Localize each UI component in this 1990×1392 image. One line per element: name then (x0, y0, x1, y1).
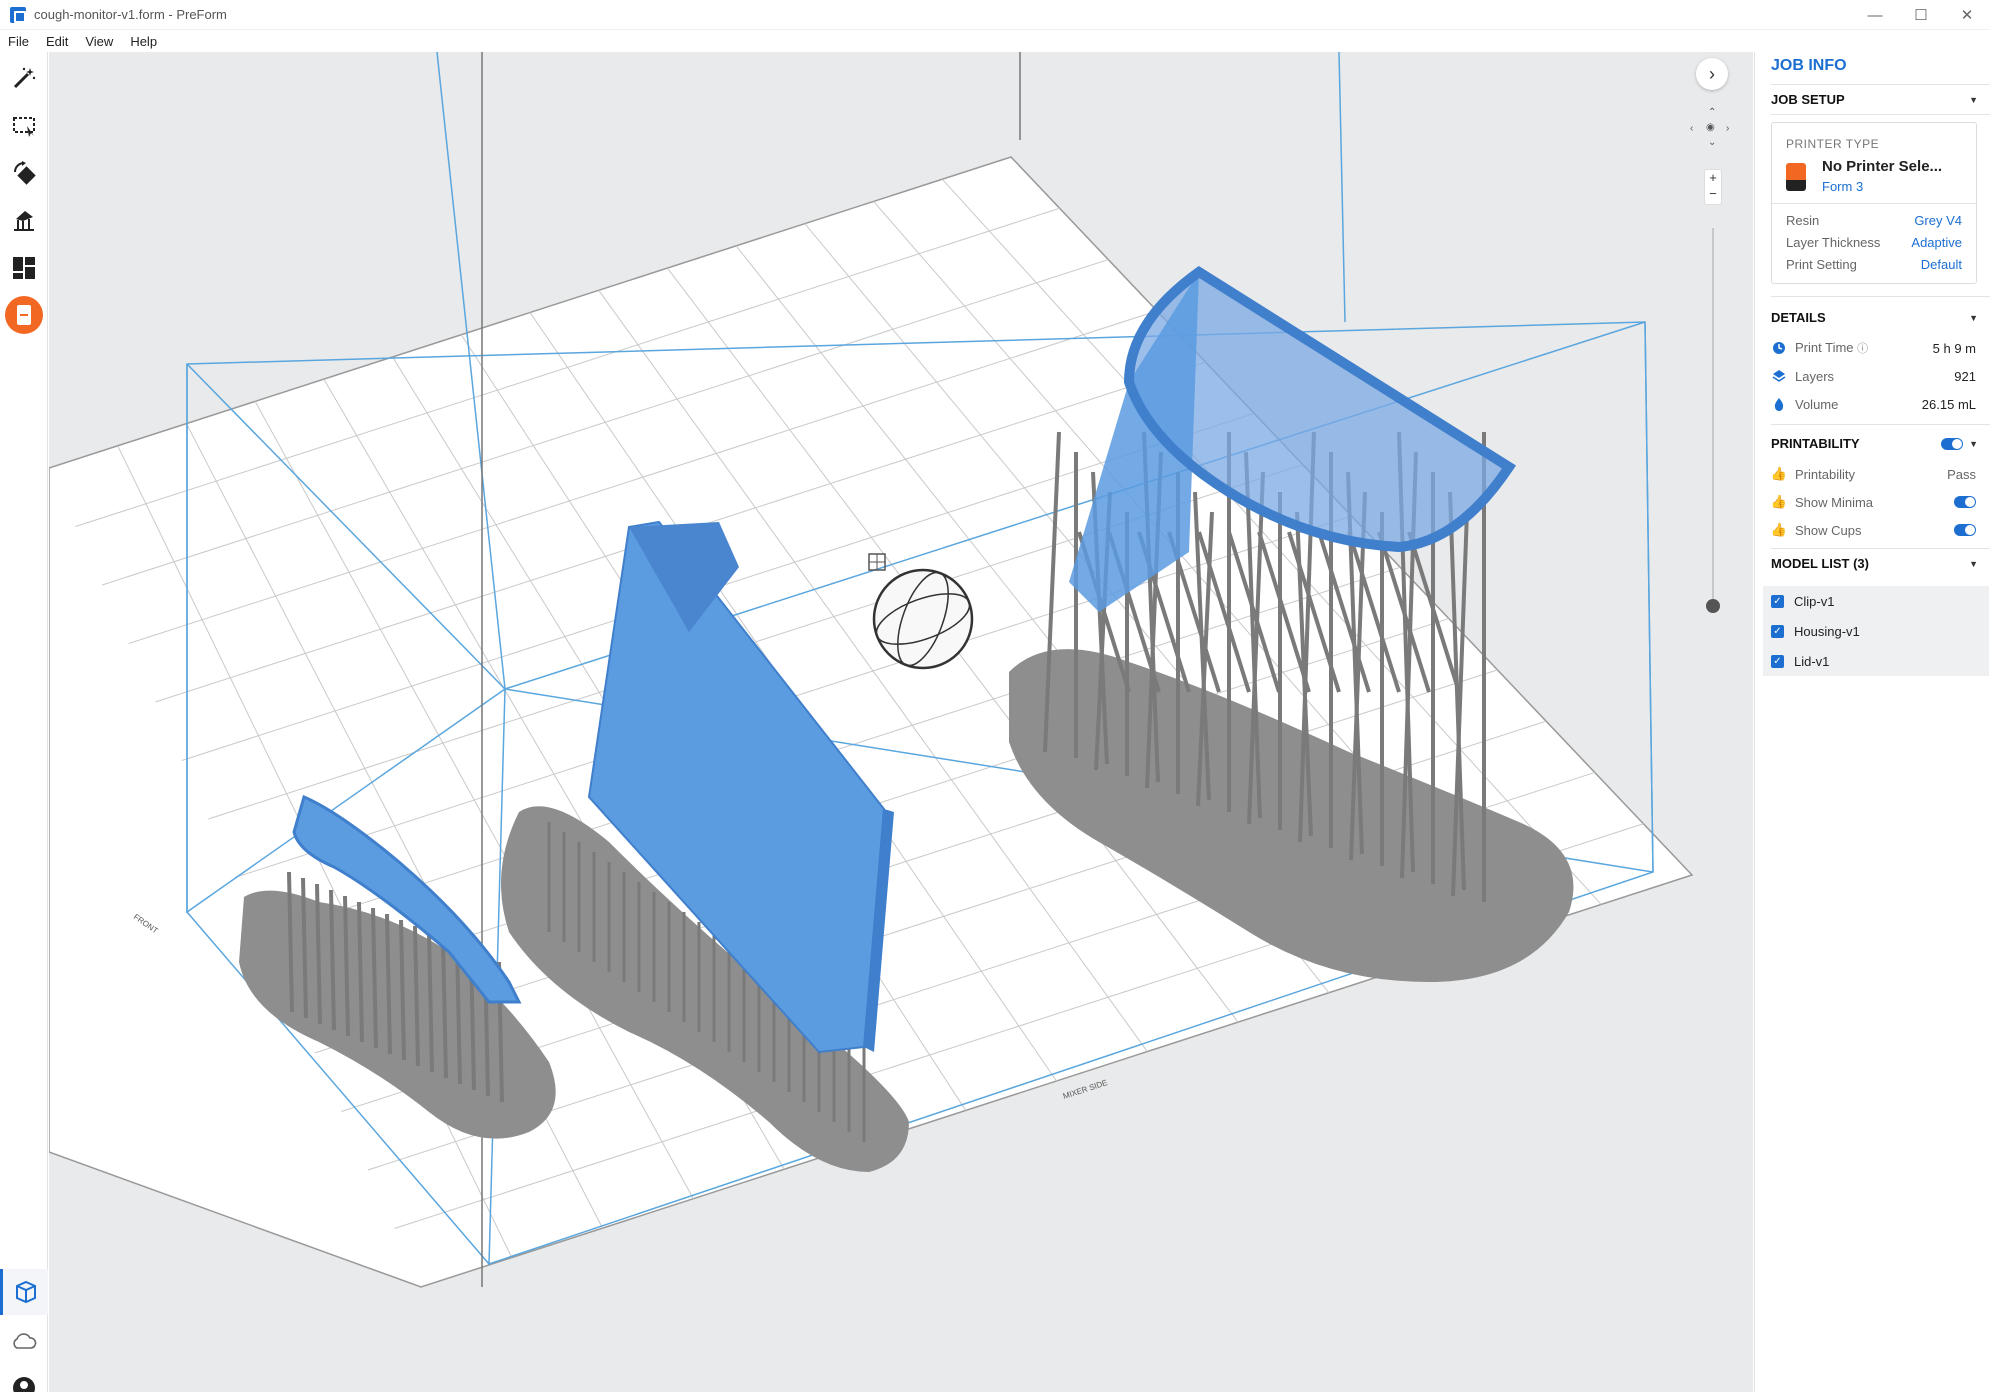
show-cups-toggle[interactable] (1954, 524, 1976, 536)
left-toolbar (0, 52, 48, 1392)
clock-icon (1771, 340, 1787, 356)
window-title: cough-monitor-v1.form - PreForm (34, 7, 227, 22)
menu-bar: File Edit View Help (0, 30, 1990, 52)
show-minima-row: 👍 Show Minima (1771, 494, 1976, 510)
printer-name: No Printer Sele... (1822, 158, 1943, 175)
print-setting-value[interactable]: Default (1921, 257, 1962, 272)
printer-type-label: PRINTER TYPE (1786, 137, 1880, 151)
resin-row: Resin Grey V4 (1786, 213, 1962, 228)
chevron-down-icon: ▼ (1969, 558, 1978, 569)
pan-left-icon[interactable]: ‹ (1690, 123, 1693, 134)
minimize-button[interactable]: — (1852, 0, 1898, 30)
view-eye-icon[interactable]: ◉ (1706, 122, 1715, 133)
printability-row: 👍 Printability Pass (1770, 466, 1976, 482)
pan-up-icon[interactable]: ⌃ (1708, 107, 1716, 118)
printer-model-link[interactable]: Form 3 (1822, 179, 1863, 194)
print-setting-row: Print Setting Default (1786, 257, 1962, 272)
thumbs-up-icon: 👍 (1770, 494, 1788, 509)
thumbs-up-icon: 👍 (1770, 466, 1788, 481)
window-controls: — ☐ ✕ (1852, 0, 1990, 30)
show-cups-row: 👍 Show Cups (1771, 522, 1976, 538)
layout-icon[interactable] (8, 252, 40, 284)
info-icon: ⓘ (1857, 343, 1869, 355)
layer-thickness-value[interactable]: Adaptive (1911, 235, 1962, 250)
account-icon[interactable] (0, 1365, 48, 1392)
layers-row: Layers 921 (1771, 368, 1976, 384)
chevron-down-icon: ▼ (1969, 312, 1978, 323)
layer-slider-track[interactable] (1712, 228, 1714, 606)
printer-swatch-icon (1786, 163, 1806, 191)
layer-thickness-row: Layer Thickness Adaptive (1786, 235, 1962, 250)
model-list: ✓ Clip-v1 ✓ Housing-v1 ✓ Lid-v1 (1763, 586, 1989, 676)
volume-drop-icon (1771, 396, 1787, 412)
select-box-icon[interactable] (8, 109, 40, 141)
chevron-down-icon: ▼ (1969, 438, 1978, 449)
pan-down-icon[interactable]: ⌄ (1708, 137, 1716, 148)
chevron-down-icon: ▼ (1969, 94, 1978, 105)
printability-toggle[interactable] (1941, 437, 1964, 450)
supports-icon[interactable] (8, 204, 40, 236)
layer-slider-handle[interactable] (1706, 599, 1720, 613)
printer-card[interactable]: PRINTER TYPE No Printer Sele... Form 3 R… (1771, 122, 1977, 284)
checkbox-checked-icon: ✓ (1771, 655, 1784, 668)
pan-right-icon[interactable]: › (1726, 123, 1729, 134)
zoom-in-button[interactable]: + (1705, 170, 1721, 186)
menu-file[interactable]: File (8, 34, 38, 49)
mixer-side-label: MIXER SIDE (1062, 1078, 1109, 1101)
menu-help[interactable]: Help (130, 34, 166, 49)
title-bar: cough-monitor-v1.form - PreForm — ☐ ✕ (0, 0, 1990, 30)
model-item-clip[interactable]: ✓ Clip-v1 (1771, 594, 1834, 609)
camera-nav-pad[interactable]: ⌃ ‹ ◉ › ⌄ (1690, 107, 1734, 151)
panel-title: JOB INFO (1771, 57, 1847, 74)
job-view-icon[interactable] (0, 1269, 48, 1315)
printability-header[interactable]: PRINTABILITY ▼ (1771, 436, 1978, 451)
checkbox-checked-icon: ✓ (1771, 595, 1784, 608)
3d-viewport[interactable]: FRONT MIXER SIDE (49, 52, 1753, 1392)
maximize-button[interactable]: ☐ (1898, 0, 1944, 30)
layers-icon (1771, 368, 1787, 384)
menu-edit[interactable]: Edit (46, 34, 77, 49)
model-list-header[interactable]: MODEL LIST (3) ▼ (1771, 556, 1978, 571)
job-info-panel: JOB INFO JOB SETUP ▼ PRINTER TYPE No Prin… (1754, 52, 1990, 1392)
close-button[interactable]: ✕ (1944, 0, 1990, 30)
menu-view[interactable]: View (85, 34, 122, 49)
thumbs-up-icon: 👍 (1770, 522, 1788, 537)
checkbox-checked-icon: ✓ (1771, 625, 1784, 638)
printer-icon[interactable] (5, 296, 43, 334)
details-header[interactable]: DETAILS ▼ (1771, 310, 1978, 325)
magic-wand-icon[interactable] (8, 62, 40, 94)
job-setup-header[interactable]: JOB SETUP ▼ (1771, 92, 1978, 107)
model-item-lid[interactable]: ✓ Lid-v1 (1771, 654, 1829, 669)
collapse-panel-button[interactable]: › (1696, 58, 1728, 90)
preform-app-icon (10, 6, 26, 23)
zoom-out-button[interactable]: − (1705, 186, 1721, 202)
show-minima-toggle[interactable] (1954, 496, 1976, 508)
cloud-icon[interactable] (0, 1318, 48, 1364)
zoom-controls: + − (1704, 169, 1722, 205)
resin-value[interactable]: Grey V4 (1914, 213, 1962, 228)
print-time-row: Print Time ⓘ 5 h 9 m (1771, 340, 1976, 356)
model-item-housing[interactable]: ✓ Housing-v1 (1771, 624, 1860, 639)
orient-icon[interactable] (8, 157, 40, 189)
volume-row: Volume 26.15 mL (1771, 396, 1976, 412)
